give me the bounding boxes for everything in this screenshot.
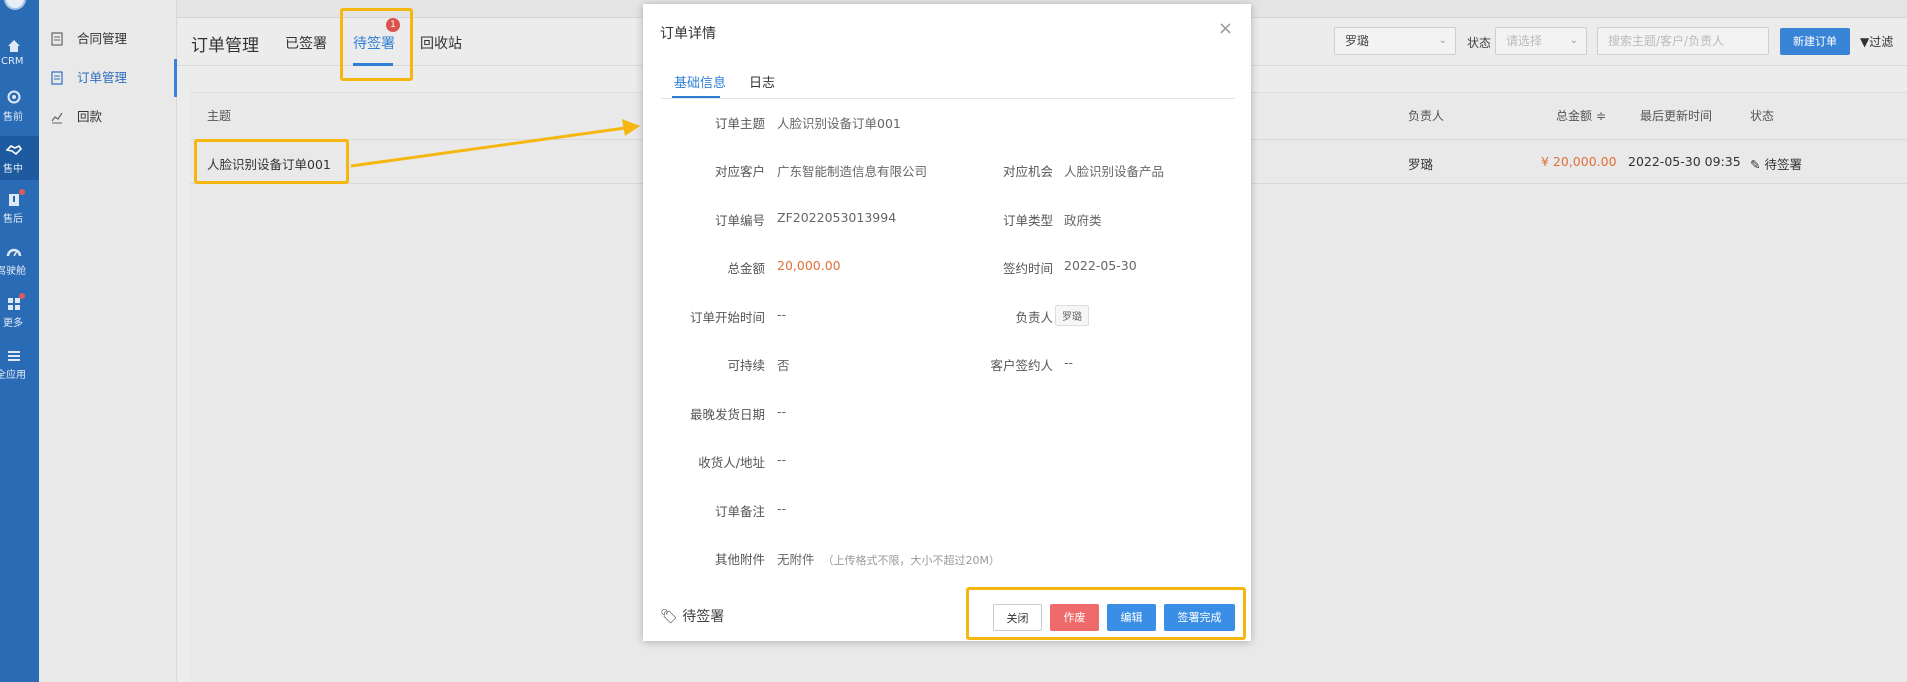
field-label-receiver: 收货人/地址 (698, 455, 765, 470)
field-label-subject: 订单主题 (714, 116, 765, 131)
field-label-ship: 最晚发货日期 (689, 407, 765, 422)
tab-basic-info[interactable]: 基础信息 (674, 72, 726, 91)
order-detail-dialog: 订单详情 × 基础信息 日志 订单主题 人脸识别设备订单001 对应客户 广东智… (643, 4, 1251, 641)
attachments-note: （上传格式不限，大小不超过20M） (822, 554, 1001, 567)
field-opportunity: 人脸识别设备产品 (1064, 164, 1165, 179)
field-sign-date: 2022-05-30 (1064, 258, 1137, 273)
field-amount: 20,000.00 (777, 258, 841, 273)
field-remark: -- (777, 501, 787, 516)
field-label-opportunity: 对应机会 (1002, 164, 1053, 179)
field-ship: -- (777, 404, 787, 419)
attachments-value: 无附件 (777, 552, 815, 567)
highlight-dialog-actions (966, 587, 1246, 640)
field-label-attachments: 其他附件 (714, 552, 765, 567)
field-label-order-no: 订单编号 (714, 213, 765, 228)
field-renew: 否 (777, 358, 790, 373)
dialog-status: 🏷 待签署 (660, 606, 724, 626)
field-order-no: ZF2022053013994 (777, 210, 897, 225)
tab-log[interactable]: 日志 (749, 72, 775, 91)
field-label-owner: 负责人 (1015, 310, 1053, 325)
field-label-order-type: 订单类型 (1002, 213, 1053, 228)
field-attachments: 无附件 （上传格式不限，大小不超过20M） (777, 549, 1000, 568)
field-signer: -- (1064, 355, 1074, 370)
field-customer: 广东智能制造信息有限公司 (777, 164, 928, 179)
field-start: -- (777, 307, 787, 322)
field-label-customer: 对应客户 (714, 164, 765, 179)
dialog-tabs: 基础信息 日志 (661, 54, 1235, 99)
owner-tag: 罗璐 (1055, 305, 1089, 326)
close-icon[interactable]: × (1218, 18, 1233, 39)
field-subject: 人脸识别设备订单001 (777, 116, 901, 131)
field-label-sign-date: 签约时间 (1002, 261, 1053, 276)
field-label-start: 订单开始时间 (689, 310, 765, 325)
field-label-amount: 总金额 (727, 261, 765, 276)
field-label-signer: 客户签约人 (990, 358, 1053, 373)
field-label-renew: 可持续 (727, 358, 765, 373)
field-order-type: 政府类 (1064, 213, 1102, 228)
field-receiver: -- (777, 452, 787, 467)
active-tab-indicator (672, 96, 720, 98)
field-label-remark: 订单备注 (714, 504, 765, 519)
dialog-status-text: 待签署 (682, 609, 725, 625)
tag-icon: 🏷 (660, 609, 678, 625)
dialog-title: 订单详情 (660, 26, 716, 42)
